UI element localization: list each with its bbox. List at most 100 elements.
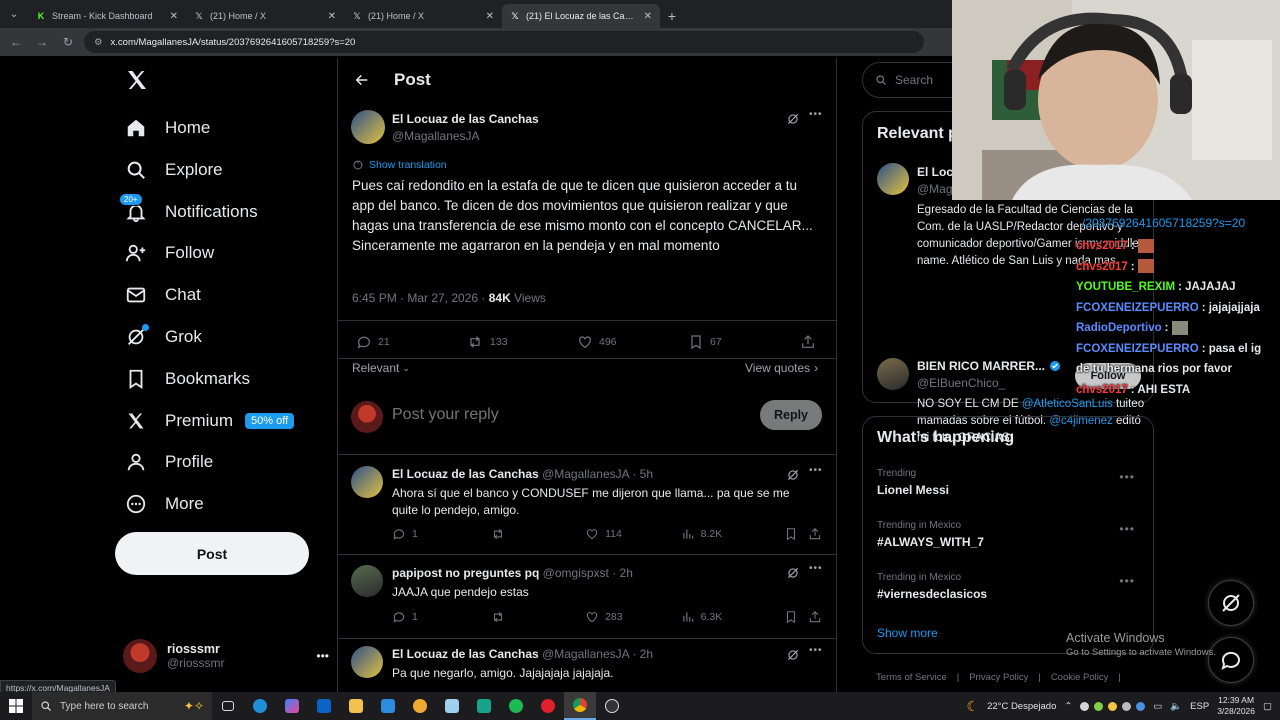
avatar[interactable] [877,358,909,390]
nav-item-follow[interactable]: Follow [125,233,214,273]
grok-floating-button[interactable] [1208,580,1254,626]
more-dots-icon[interactable]: ••• [809,109,823,120]
spotify-icon[interactable] [500,692,532,720]
repost-action[interactable] [490,527,586,541]
like-action[interactable]: 283 [585,610,681,624]
tweet-timestamp[interactable]: 6:45 PM · Mar 27, 2026 · 84K Views [352,291,546,305]
taskbar-clock[interactable]: 12:39 AM 3/28/2026 [1217,695,1255,717]
start-button[interactable] [0,692,32,720]
repost-action[interactable]: 133 [466,334,577,350]
vscode-icon[interactable] [372,692,404,720]
chrome-icon[interactable] [564,692,596,720]
browser-tab-kick[interactable]: K Stream - Kick Dashboard ✕ [28,4,186,28]
avatar[interactable] [351,565,383,597]
forward-arrow-icon[interactable]: → [32,32,52,52]
close-tab-icon[interactable]: ✕ [644,11,652,22]
opera-icon[interactable] [532,692,564,720]
sort-replies-dropdown[interactable]: Relevant ⌄ [352,361,410,375]
trend-item[interactable]: Trending in Mexico #viernesdeclasicos ••… [877,572,1143,601]
share-action[interactable] [808,610,822,624]
grok-icon[interactable] [786,648,800,662]
grok-icon[interactable] [786,112,800,126]
tweet-author[interactable]: El Locuaz de las Canchas @MagallanesJA [392,112,539,143]
weather-text[interactable]: 22°C Despejado [987,701,1056,712]
tab-search-button[interactable]: ⌄ [0,0,28,28]
notepad-icon[interactable] [436,692,468,720]
nav-item-chat[interactable]: Chat [125,275,201,315]
notification-center-icon[interactable]: ▢ [1263,701,1272,712]
file-explorer-icon[interactable] [340,692,372,720]
network-icon[interactable]: ▭ [1153,701,1162,712]
more-dots-icon[interactable]: ••• [1119,522,1135,536]
share-action[interactable] [800,334,816,350]
tray-app-icons[interactable] [1080,701,1146,711]
outlook-icon[interactable] [308,692,340,720]
site-info-icon[interactable]: ⚙ [94,37,103,48]
chevron-up-icon[interactable]: ⌃ [1064,701,1072,712]
more-dots-icon[interactable]: ••• [809,465,823,476]
bookmark-action[interactable] [784,527,808,541]
more-dots-icon[interactable]: ••• [1119,470,1135,484]
nav-item-home[interactable]: Home [125,108,210,148]
reply-tweet[interactable]: papipost no preguntes pq @omgispxst · 2h… [338,557,836,637]
grok-icon[interactable] [786,468,800,482]
more-dots-icon[interactable]: ••• [1119,574,1135,588]
show-more-link[interactable]: Show more [877,626,938,640]
bookmark-action[interactable]: 67 [688,334,800,350]
more-dots-icon[interactable]: ••• [809,563,823,574]
edge-icon[interactable] [244,692,276,720]
post-button[interactable]: Post [115,532,309,575]
nav-item-premium[interactable]: Premium 50% off [125,401,295,441]
like-action[interactable]: 496 [577,334,688,350]
show-translation-link[interactable]: Show translation [352,159,447,171]
browser-tab-home-1[interactable]: 𝕏 (21) Home / X ✕ [186,4,344,28]
reply-action[interactable]: 1 [392,527,490,541]
close-tab-icon[interactable]: ✕ [170,11,178,22]
task-view-icon[interactable] [212,692,244,720]
browser-tab-post[interactable]: 𝕏 (21) El Locuaz de las Canchas on X ✕ [502,4,660,28]
nav-item-more[interactable]: More [125,484,204,524]
close-tab-icon[interactable]: ✕ [328,11,336,22]
back-arrow-icon[interactable] [354,72,370,88]
account-switcher[interactable]: riosssmr @riosssmr ••• [123,636,329,676]
bookmark-action[interactable] [784,610,808,624]
reply-button[interactable]: Reply [760,400,822,430]
nav-item-bookmarks[interactable]: Bookmarks [125,359,250,399]
trend-item[interactable]: Trending Lionel Messi ••• [877,468,1143,497]
avatar[interactable] [351,646,383,678]
nav-item-notifications[interactable]: 20+ Notifications [119,192,258,232]
app-teal-icon[interactable] [468,692,500,720]
trend-item[interactable]: Trending in Mexico #ALWAYS_WITH_7 ••• [877,520,1143,549]
views-action[interactable]: 6.3K [681,610,785,624]
avatar[interactable] [351,110,385,144]
like-action[interactable]: 114 [585,527,681,541]
language-indicator[interactable]: ESP [1190,701,1209,712]
reply-tweet[interactable]: El Locuaz de las Canchas @MagallanesJA ·… [338,640,836,692]
reply-input[interactable] [392,402,692,428]
reply-action[interactable]: 1 [392,610,490,624]
nav-item-profile[interactable]: Profile [125,442,213,482]
view-quotes-link[interactable]: View quotes › [745,361,818,375]
close-tab-icon[interactable]: ✕ [486,11,494,22]
copilot-icon[interactable] [276,692,308,720]
reply-tweet[interactable]: El Locuaz de las Canchas @MagallanesJA ·… [338,460,836,546]
reload-icon[interactable]: ↻ [58,32,78,52]
views-action[interactable]: 8.2K [681,527,785,541]
share-action[interactable] [808,527,822,541]
more-dots-icon[interactable]: ••• [809,645,823,656]
reply-action[interactable]: 21 [356,334,466,350]
grok-icon[interactable] [786,566,800,580]
nav-item-explore[interactable]: Explore [125,150,223,190]
chrome-canary-icon[interactable] [404,692,436,720]
obs-icon[interactable] [596,692,628,720]
avatar[interactable] [877,163,909,195]
repost-action[interactable] [490,610,586,624]
volume-icon[interactable]: 🔈 [1170,701,1182,712]
nav-item-grok[interactable]: Grok [125,317,202,357]
browser-tab-home-2[interactable]: 𝕏 (21) Home / X ✕ [344,4,502,28]
more-dots-icon[interactable]: ••• [316,649,329,663]
url-input[interactable]: ⚙ x.com/MagallanesJA/status/203769264160… [84,31,924,53]
x-logo-icon[interactable] [125,68,149,92]
new-tab-button[interactable]: + [660,4,684,28]
avatar[interactable] [351,466,383,498]
